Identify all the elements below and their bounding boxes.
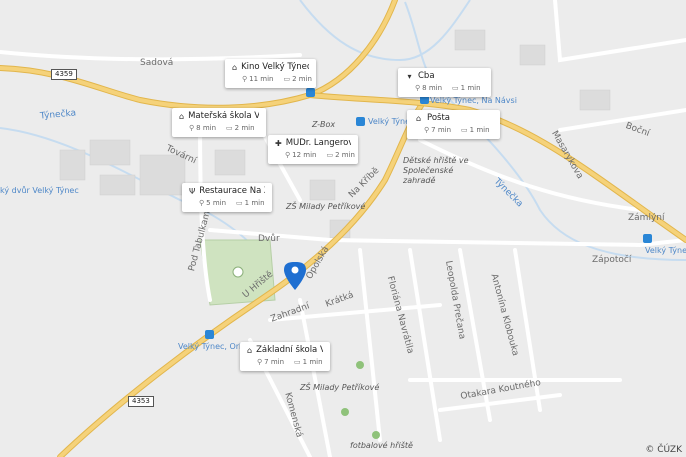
walk-time: ⚲ 8 min xyxy=(415,84,443,92)
card-title: Cba xyxy=(418,71,435,81)
poi-card-mudr[interactable]: ✚MUDr. Langerová ... ⚲12 min ▭2 min xyxy=(268,135,358,164)
poi-card-kino[interactable]: ⌂ Kino Velký Týnec ⚲ 11 min ▭ 2 min xyxy=(225,59,316,88)
walk-time: ⚲ 5 min xyxy=(199,199,227,207)
walk-time: ⚲ 7 min xyxy=(257,358,285,366)
car-time: ▭ 2 min xyxy=(283,75,312,83)
car-time: ▭ 1 min xyxy=(236,199,265,207)
road-number-shield: 4359 xyxy=(51,69,77,80)
car-time: ▭ 1 min xyxy=(461,126,490,134)
card-title: Restaurace Na Z... xyxy=(199,186,265,196)
walk-time: ⚲ 7 min xyxy=(424,126,452,134)
bus-stop-icon[interactable] xyxy=(356,117,365,126)
location-pin-icon xyxy=(284,262,306,290)
car-time: ▭ 1 min xyxy=(452,84,481,92)
museum-icon: ⌂ xyxy=(232,62,238,72)
walk-time: ⚲ 12 min xyxy=(285,151,317,159)
walk-time: ⚲ 8 min xyxy=(189,124,217,132)
poi-card-materska-skola[interactable]: ⌂Mateřská škola V... ⚲8 min ▭2 min xyxy=(172,108,266,137)
attribution: © ČÚZK xyxy=(645,445,682,455)
card-title: Kino Velký Týnec xyxy=(241,62,309,72)
card-title: MUDr. Langerová ... xyxy=(285,138,351,148)
bus-stop-icon[interactable] xyxy=(205,330,214,339)
bus-stop-icon[interactable] xyxy=(306,88,315,97)
school-icon: ⌂ xyxy=(247,345,253,355)
poi-card-zakladni-skola[interactable]: ⌂Základní škola Ve... ⚲7 min ▭1 min xyxy=(240,342,330,371)
restaurant-icon: Ψ xyxy=(189,186,196,196)
poi-card-cba[interactable]: ▾ Cba ⚲ 8 min ▭ 1 min xyxy=(398,68,491,97)
card-title: Základní škola Ve... xyxy=(256,345,323,355)
car-time: ▭ 2 min xyxy=(226,124,255,132)
school-icon: ⌂ xyxy=(179,111,185,121)
map-view[interactable]: 4359 4353 Sadová Týnečka Tovární Dvůr Po… xyxy=(0,0,686,457)
car-time: ▭ 2 min xyxy=(326,151,355,159)
card-title: Mateřská škola V... xyxy=(188,111,259,121)
map-base xyxy=(0,0,686,457)
clinic-icon: ✚ xyxy=(275,138,282,148)
museum-icon: ⌂ xyxy=(415,113,422,123)
poi-card-posta[interactable]: ⌂ Pošta ⚲ 7 min ▭ 1 min xyxy=(407,110,500,139)
cart-icon: ▾ xyxy=(407,71,412,81)
poi-card-restaurace[interactable]: ΨRestaurace Na Z... ⚲5 min ▭1 min xyxy=(182,183,272,212)
car-time: ▭ 1 min xyxy=(294,358,323,366)
bus-stop-icon[interactable] xyxy=(643,234,652,243)
walk-time: ⚲ 11 min xyxy=(242,75,274,83)
card-title: Pošta xyxy=(427,113,450,123)
road-number-shield: 4353 xyxy=(128,396,154,407)
